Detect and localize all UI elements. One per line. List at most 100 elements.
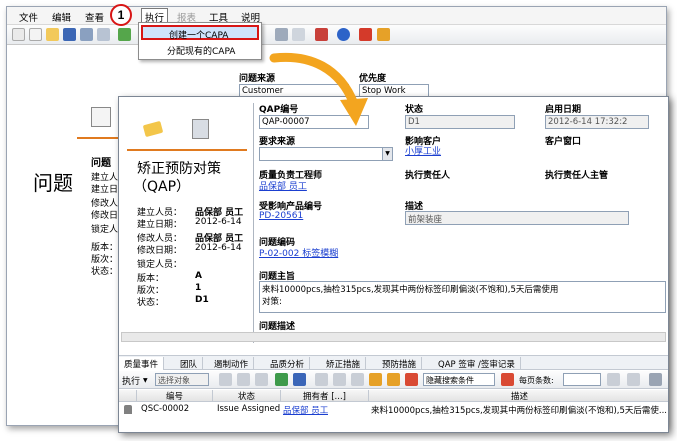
meta-value: 2012-6-14 (195, 217, 242, 227)
step-callout-badge: 1 (110, 4, 132, 26)
search-doc-icon[interactable] (97, 28, 110, 41)
sort-up-icon[interactable] (607, 373, 620, 386)
refresh-icon[interactable] (118, 28, 131, 41)
zoom-in-icon[interactable] (369, 373, 382, 386)
meta-label: 建立日期： (137, 220, 183, 230)
row-description: 来料10000pcs,抽检315pcs,发现其中两份标签印刷偏淡(不饱和),5天… (371, 406, 667, 416)
help-icon[interactable] (337, 28, 350, 41)
refresh-icon[interactable] (255, 373, 268, 386)
meta-value: 2012-6-14 (195, 243, 242, 253)
row-owner-link[interactable]: 品保部 员工 (283, 404, 328, 416)
meta-value: 1 (195, 283, 202, 293)
quality-engineer-link[interactable]: 品保部 员工 (259, 179, 307, 192)
lock-icon (124, 405, 132, 414)
tool-icon[interactable] (237, 373, 250, 386)
horizontal-scrollbar[interactable] (121, 332, 666, 342)
tab-team[interactable]: 团队 (175, 357, 204, 370)
print-icon[interactable] (649, 373, 662, 386)
tab-corrective[interactable]: 矫正措施 (321, 357, 367, 370)
tab-containment[interactable]: 遏制动作 (209, 357, 255, 370)
zoom-reset-icon[interactable] (405, 373, 418, 386)
status-field: D1 (405, 115, 515, 129)
tab-bar: 质量事件 团队 遏制动作 品质分析 矫正措施 预防措施 QAP 签审 /签审记录 (119, 355, 668, 370)
meta-value: D1 (195, 295, 209, 305)
lock-icon[interactable] (333, 373, 346, 386)
col-header-status[interactable]: 状态 (213, 390, 281, 402)
row-id: QSC-00002 (141, 404, 190, 414)
edit-icon[interactable] (315, 373, 328, 386)
issue-big-title: 问题 (33, 171, 73, 195)
hide-search-select[interactable]: 隐藏搜索条件 (423, 373, 495, 386)
col-header-description[interactable]: 描述 (369, 390, 670, 402)
tab-preventive[interactable]: 预防措施 (377, 357, 423, 370)
create-capa-menu-item[interactable]: 创建一个CAPA (141, 25, 259, 41)
chevron-down-icon[interactable]: ▼ (143, 377, 148, 384)
zoom-out-icon[interactable] (387, 373, 400, 386)
save-as-icon[interactable] (80, 28, 93, 41)
column-divider (253, 103, 254, 343)
affected-product-link[interactable]: PD-20561 (259, 211, 303, 221)
execute-dropdown-menu: 创建一个CAPA 分配现有的CAPA (138, 22, 262, 60)
issue-subject-textarea[interactable]: 来料10000pcs,抽检315pcs,发现其中两份标签印刷偏淡(不饱和),5天… (259, 281, 666, 313)
chevron-down-icon[interactable]: ▼ (382, 148, 392, 160)
exec-owner-label: 执行责任人 (405, 171, 451, 181)
main-toolbar (7, 25, 666, 45)
word-icon[interactable] (293, 373, 306, 386)
customer-window-label: 客户窗口 (545, 137, 582, 147)
description-field: 前架装座 (405, 211, 629, 225)
meta-value: A (195, 271, 202, 281)
tab-qap-review[interactable]: QAP 签审 /签审记录 (433, 357, 521, 370)
new-doc-icon[interactable] (29, 28, 42, 41)
meta-label: 锁定人员： (137, 260, 183, 270)
issue-code-link[interactable]: P-02-002 标签模糊 (259, 246, 338, 259)
report-icon[interactable] (315, 28, 328, 41)
copy-icon[interactable] (219, 373, 232, 386)
tool-icon[interactable] (292, 28, 305, 41)
tag-icon (142, 120, 164, 138)
affected-customer-link[interactable]: 小厚工业 (405, 144, 441, 157)
lock-col-header (119, 390, 137, 402)
col-header-owner[interactable]: 拥有者 [...] (281, 390, 369, 402)
iso-doc-icon (192, 119, 209, 139)
start-date-field: 2012-6-14 17:32:2 (545, 115, 649, 129)
col-header-id[interactable]: 编号 (137, 390, 213, 402)
menu-file[interactable]: 文件 (19, 10, 38, 24)
open-folder-icon[interactable] (46, 28, 59, 41)
edit-icon[interactable] (275, 28, 288, 41)
menu-bar: 文件 编辑 查看 执行 报表 工具 说明 (7, 7, 666, 26)
issue-subject-text: 来料10000pcs,抽检315pcs,发现其中两份标签印刷偏淡(不饱和),5天… (262, 285, 559, 295)
assign-capa-menu-item[interactable]: 分配现有的CAPA (141, 42, 259, 57)
new-icon[interactable] (12, 28, 25, 41)
tab-quality-event[interactable]: 质量事件 (119, 357, 165, 370)
issue-subject-text-line2: 对策: (262, 297, 282, 307)
move-icon[interactable] (351, 373, 364, 386)
grid-header: 编号 状态 拥有者 [...] 描述 (119, 390, 668, 402)
filter-icon[interactable] (501, 373, 514, 386)
request-source-label: 要求来源 (259, 137, 296, 147)
meta-label: 状态： (137, 298, 165, 308)
tab-quality-analysis[interactable]: 品质分析 (265, 357, 311, 370)
exec-supervisor-label: 执行责任人主管 (545, 171, 609, 181)
per-page-input[interactable] (563, 373, 601, 386)
issue-section-label: 问题 (91, 158, 111, 169)
request-source-select[interactable] (259, 147, 393, 161)
save-icon[interactable] (63, 28, 76, 41)
status-label: 状态 (405, 105, 424, 115)
excel-icon[interactable] (275, 373, 288, 386)
qap-panel: 矫正预防对策 （QAP） 建立人员： 品保部 员工 建立日期： 2012-6-1… (118, 96, 669, 433)
table-row[interactable]: QSC-00002 Issue Assigned 品保部 员工 来料10000p… (119, 403, 668, 416)
accent-rule (77, 137, 119, 139)
row-status: Issue Assigned (217, 404, 281, 414)
meta-label: 修改日期： (137, 246, 183, 256)
menu-view[interactable]: 查看 (85, 10, 104, 24)
unlock-icon[interactable] (377, 28, 390, 41)
accent-rule (127, 149, 247, 151)
exec-menu-button[interactable]: 执行 (122, 374, 140, 387)
document-icon (91, 107, 111, 127)
qap-title: 矫正预防对策 (137, 161, 221, 177)
sort-down-icon[interactable] (627, 373, 640, 386)
meta-label: 状态： (91, 267, 119, 277)
menu-edit[interactable]: 编辑 (52, 10, 71, 24)
lock-icon[interactable] (359, 28, 372, 41)
select-object-dropdown[interactable]: 选择对象 (155, 373, 209, 386)
